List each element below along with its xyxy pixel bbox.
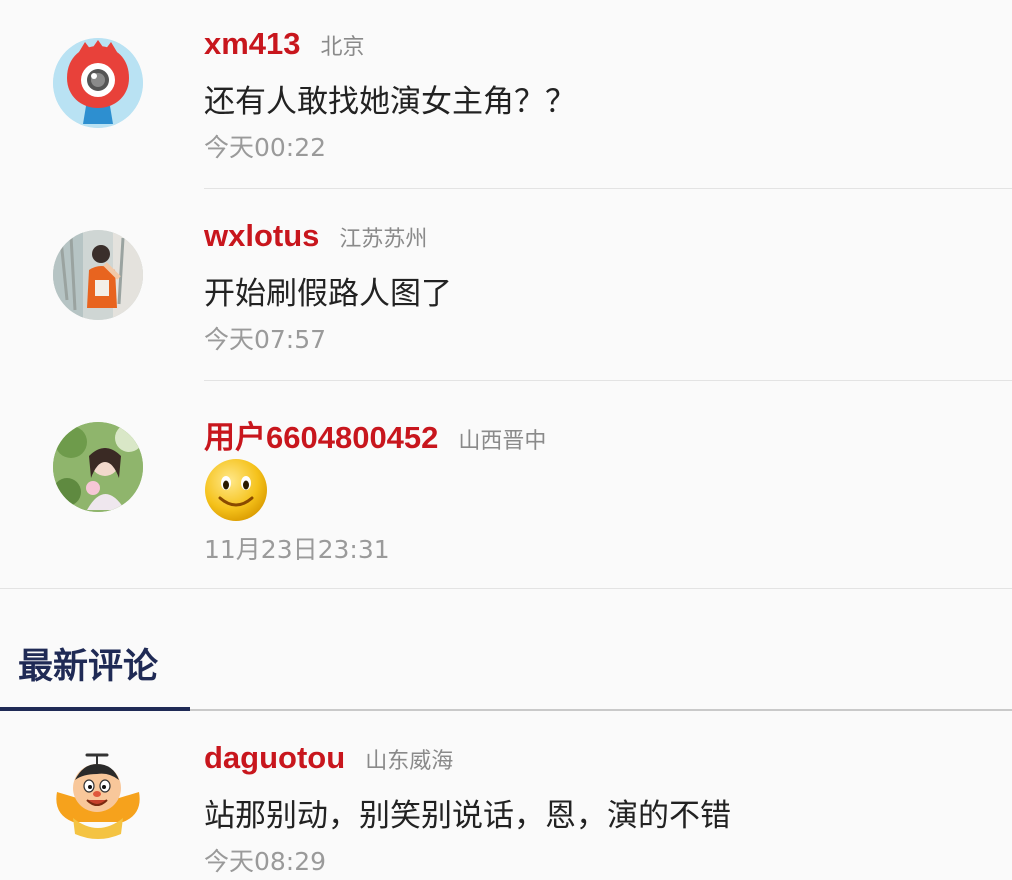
comment-text: 还有人敢找她演女主角？？ — [204, 84, 576, 120]
divider — [0, 588, 1012, 589]
avatar[interactable] — [53, 752, 143, 842]
comment-item: 用户6604800452 山西晋中 11月23日23:31 — [0, 382, 1012, 588]
username[interactable]: xm413 — [204, 26, 301, 62]
active-tab-indicator — [0, 707, 190, 711]
comment-item: daguotou 山东威海 站那别动，别笑别说话，恩，演的不错 今天08:29 — [0, 712, 1012, 880]
smiley-emoji-icon — [204, 458, 268, 526]
timestamp: 今天08:29 — [204, 847, 327, 876]
tab-latest-comments[interactable]: 最新评论 — [18, 638, 158, 689]
timestamp: 今天07:57 — [204, 325, 327, 354]
photo-avatar — [53, 422, 143, 512]
location: 山东威海 — [365, 749, 454, 774]
divider — [204, 380, 1012, 381]
avatar[interactable] — [53, 230, 143, 320]
avatar[interactable] — [53, 38, 143, 128]
comment-item: wxlotus 江苏苏州 开始刷假路人图了 今天07:57 — [0, 190, 1012, 382]
comment-text: 站那别动，别笑别说话，恩，演的不错 — [204, 798, 731, 834]
username[interactable]: wxlotus — [204, 218, 319, 254]
username[interactable]: 用户6604800452 — [204, 412, 438, 457]
timestamp: 今天00:22 — [204, 133, 327, 162]
photo-avatar — [53, 230, 143, 320]
avatar[interactable] — [53, 422, 143, 512]
comment-text: 开始刷假路人图了 — [204, 276, 452, 312]
location: 山西晋中 — [458, 429, 547, 454]
timestamp: 11月23日23:31 — [204, 535, 390, 564]
divider — [190, 709, 1012, 711]
location: 北京 — [320, 35, 365, 60]
username[interactable]: daguotou — [204, 740, 345, 776]
comment-item: xm413 北京 还有人敢找她演女主角？？ 今天00:22 — [0, 0, 1012, 190]
weibo-eye-icon — [53, 38, 143, 128]
location: 江苏苏州 — [339, 227, 428, 252]
divider — [204, 188, 1012, 189]
cartoon-avatar — [56, 753, 140, 839]
